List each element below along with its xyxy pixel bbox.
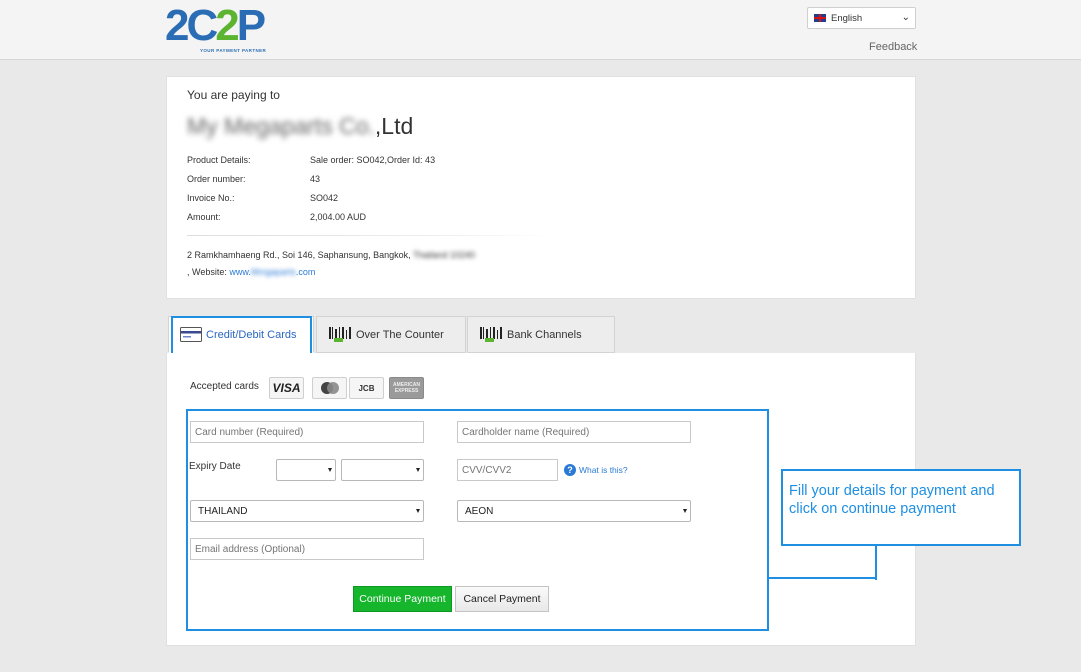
detail-label: Product Details: (187, 155, 251, 165)
logo-text-c: P (236, 1, 266, 50)
cvv-input[interactable] (457, 459, 558, 481)
logo-text-b: 2 (215, 1, 240, 50)
tab-highlight-box (171, 316, 312, 355)
top-header: 2C2P YOUR PAYMENT PARTNER English ⌄ Feed… (0, 0, 1081, 60)
expiry-month-select[interactable] (276, 459, 336, 481)
merchant-name: My Megaparts Co.,Ltd (187, 113, 413, 140)
address-blurred: Thailand 10240 (412, 250, 476, 260)
issuer-value: AEON (465, 505, 494, 517)
callout-connector (875, 544, 877, 580)
detail-label: Order number: (187, 174, 246, 184)
logo-wordmark: 2C2P (165, 4, 295, 48)
mastercard-circles (320, 382, 339, 394)
tab-bank-channels[interactable]: Bank Channels (467, 316, 615, 353)
dropdown-arrow-icon (416, 468, 420, 472)
help-icon[interactable]: ? (564, 464, 576, 476)
detail-value: SO042 (310, 193, 339, 203)
mastercard-logo-icon (312, 377, 347, 399)
detail-row: Order number: 43 (187, 174, 435, 193)
website-suffix: .com (295, 267, 316, 277)
feedback-link[interactable]: Feedback (869, 41, 917, 53)
tab-label: Over The Counter (356, 328, 444, 341)
tab-over-the-counter[interactable]: Over The Counter (316, 316, 466, 353)
address-visible: 2 Ramkhamhaeng Rd., Soi 146, Saphansung,… (187, 250, 413, 260)
cancel-payment-button[interactable]: Cancel Payment (455, 586, 549, 612)
language-value: English (831, 12, 863, 24)
detail-value: Sale order: SO042,Order Id: 43 (310, 155, 436, 165)
merchant-address: 2 Ramkhamhaeng Rd., Soi 146, Saphansung,… (187, 250, 475, 260)
detail-row: Product Details: Sale order: SO042,Order… (187, 155, 435, 174)
logo-text-a: 2C (165, 1, 218, 50)
expiry-date-label: Expiry Date (189, 461, 241, 472)
issuer-select[interactable]: AEON (457, 500, 691, 522)
merchant-website: , Website: www.Mmgaparts.com (187, 267, 315, 277)
paying-to-label: You are paying to (187, 88, 280, 102)
detail-label: Amount: (187, 212, 221, 222)
website-blurred: Mmgaparts (250, 267, 296, 277)
visa-logo-icon: VISA (269, 377, 304, 399)
barcode-icon (480, 327, 502, 342)
callout-text: Fill your details for payment and click … (789, 483, 995, 517)
dropdown-arrow-icon (416, 509, 420, 513)
merchant-name-blurred: My Megaparts Co. (187, 113, 375, 139)
expiry-year-select[interactable] (341, 459, 424, 481)
tab-label: Bank Channels (507, 328, 582, 341)
merchant-name-suffix: ,Ltd (374, 113, 414, 139)
what-is-this-link[interactable]: What is this? (579, 465, 628, 475)
continue-payment-button[interactable]: Continue Payment (353, 586, 452, 612)
dropdown-arrow-icon (683, 509, 687, 513)
detail-value: 2,004.00 AUD (310, 212, 367, 222)
detail-value: 43 (310, 174, 321, 184)
detail-label: Invoice No.: (187, 193, 235, 203)
language-select[interactable]: English ⌄ (807, 7, 916, 29)
country-select[interactable]: THAILAND (190, 500, 424, 522)
dropdown-arrow-icon (328, 468, 332, 472)
website-prefix: , Website: (187, 267, 230, 277)
detail-row: Amount: 2,004.00 AUD (187, 212, 435, 231)
chevron-down-icon: ⌄ (901, 12, 910, 23)
amex-logo-icon: AMERICAN EXPRESS (389, 377, 424, 399)
payment-summary-panel: You are paying to My Megaparts Co.,Ltd P… (166, 76, 916, 299)
barcode-icon (329, 327, 351, 342)
callout-connector (767, 577, 877, 579)
cardholder-name-input[interactable] (457, 421, 691, 443)
jcb-logo-icon: JCB (349, 377, 384, 399)
2c2p-logo: 2C2P YOUR PAYMENT PARTNER (165, 4, 295, 55)
accepted-cards-label: Accepted cards (190, 381, 259, 392)
card-number-input[interactable] (190, 421, 424, 443)
website-link[interactable]: www.Mmgaparts.com (229, 267, 315, 277)
logo-tagline: YOUR PAYMENT PARTNER (200, 48, 267, 53)
instruction-callout: Fill your details for payment and click … (781, 469, 1021, 546)
detail-row: Invoice No.: SO042 (187, 193, 435, 212)
website-visible: www. (229, 267, 251, 277)
email-input[interactable] (190, 538, 424, 560)
order-details: Product Details: Sale order: SO042,Order… (187, 155, 435, 231)
divider (187, 235, 552, 236)
country-value: THAILAND (198, 505, 248, 517)
uk-flag-icon (814, 14, 826, 22)
